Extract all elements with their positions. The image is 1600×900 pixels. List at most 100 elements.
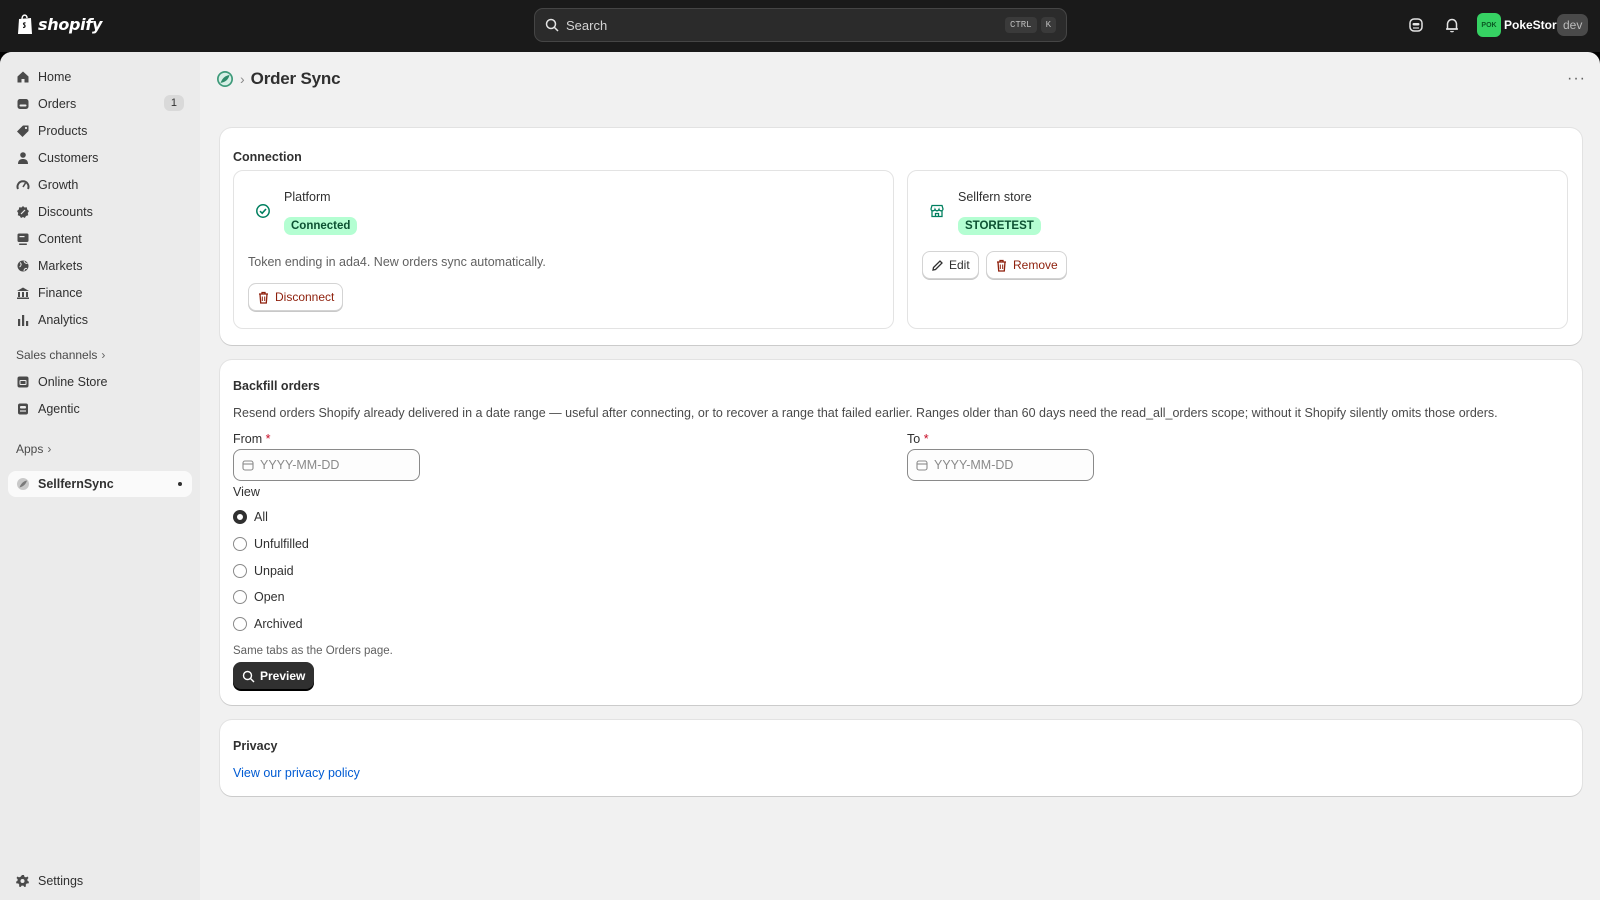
required-mark: *	[923, 432, 929, 446]
sales-channels-header[interactable]: Sales channels ›	[16, 348, 105, 362]
sidebar-item-growth[interactable]: Growth	[8, 172, 192, 198]
edit-button[interactable]: Edit	[922, 251, 979, 279]
shortcut-key-k: K	[1040, 17, 1056, 33]
radio-unpaid[interactable]: Unpaid	[233, 564, 294, 578]
more-actions-button[interactable]: ···	[1567, 70, 1586, 88]
disconnect-label: Disconnect	[275, 290, 335, 304]
sidebar-item-orders[interactable]: Orders 1	[8, 91, 192, 117]
from-date-placeholder: YYYY-MM-DD	[260, 458, 340, 472]
bell-icon[interactable]	[1443, 16, 1461, 34]
connection-title: Connection	[233, 150, 302, 164]
sidebar-item-products[interactable]: Products	[8, 118, 192, 144]
chevron-right-icon: ›	[47, 442, 52, 456]
radio-button[interactable]	[233, 564, 247, 578]
search-bar[interactable]: Search CTRL K	[534, 8, 1067, 42]
radio-archived[interactable]: Archived	[233, 617, 303, 631]
bank-icon	[17, 287, 29, 299]
edit-label: Edit	[949, 258, 970, 272]
orders-count-badge: 1	[163, 95, 184, 111]
sidebar: Home Orders 1 Products Customers Growth …	[0, 52, 200, 900]
tag-icon	[17, 125, 29, 137]
apps-header[interactable]: Apps ›	[16, 442, 51, 456]
sidebar-item-label: Agentic	[38, 402, 80, 416]
trash-icon	[259, 291, 268, 304]
sidebar-item-agentic[interactable]: Agentic	[8, 396, 192, 422]
sidebar-item-analytics[interactable]: Analytics	[8, 307, 192, 333]
shopify-bag-icon	[18, 14, 32, 34]
sidebar-item-label: Growth	[38, 178, 79, 192]
sidebar-item-sellfernsync[interactable]: SellfernSync	[8, 471, 192, 497]
chevron-right-icon: ›	[101, 348, 106, 362]
from-date-input[interactable]: YYYY-MM-DD	[233, 449, 420, 481]
search-placeholder: Search	[566, 17, 608, 33]
radio-button[interactable]	[233, 510, 247, 524]
remove-button[interactable]: Remove	[986, 251, 1067, 279]
sidebar-item-content[interactable]: Content	[8, 226, 192, 252]
from-label: From *	[233, 432, 271, 446]
sidebar-item-label: Home	[38, 70, 72, 84]
preview-button[interactable]: Preview	[233, 662, 315, 690]
preview-label: Preview	[260, 669, 306, 683]
calendar-icon	[242, 460, 254, 471]
privacy-title: Privacy	[233, 739, 278, 753]
trash-icon	[997, 259, 1006, 272]
radio-button[interactable]	[233, 537, 247, 551]
content-icon	[17, 233, 29, 245]
store-icon	[17, 376, 29, 388]
bar-chart-icon	[18, 315, 29, 326]
agentic-icon	[18, 403, 28, 415]
remove-label: Remove	[1013, 258, 1058, 272]
admin-frame: Home Orders 1 Products Customers Growth …	[0, 52, 1600, 900]
sidebar-item-label: Finance	[38, 286, 83, 300]
sidekick-icon[interactable]	[1407, 16, 1425, 34]
sidebar-item-customers[interactable]: Customers	[8, 145, 192, 171]
shopify-logo[interactable]: shopify	[16, 13, 102, 35]
to-date-placeholder: YYYY-MM-DD	[934, 458, 1014, 472]
radio-open[interactable]: Open	[233, 590, 285, 604]
sidebar-item-online-store[interactable]: Online Store	[8, 369, 192, 395]
sidebar-item-label: SellfernSync	[38, 477, 114, 491]
radio-button[interactable]	[233, 617, 247, 631]
sidebar-item-home[interactable]: Home	[8, 64, 192, 90]
store-avatar[interactable]: POK	[1477, 13, 1501, 37]
view-label: View	[233, 485, 260, 499]
sellfern-store-title: Sellfern store	[958, 190, 1032, 204]
sidebar-item-label: Customers	[38, 151, 99, 165]
radio-label: Unpaid	[254, 564, 294, 578]
radio-label: All	[254, 510, 268, 524]
page-title: Order Sync	[250, 69, 341, 88]
sidebar-item-discounts[interactable]: Discounts	[8, 199, 192, 225]
to-date-input[interactable]: YYYY-MM-DD	[907, 449, 1094, 481]
store-code-badge: STORETEST	[958, 217, 1041, 235]
backfill-title: Backfill orders	[233, 379, 320, 393]
home-icon	[17, 71, 29, 83]
sidebar-item-finance[interactable]: Finance	[8, 280, 192, 306]
sidebar-item-markets[interactable]: Markets	[8, 253, 192, 279]
main-content: › Order Sync ··· Connection Platform Con…	[200, 52, 1600, 900]
radio-label: Archived	[254, 617, 303, 631]
sidebar-item-label: Markets	[38, 259, 83, 273]
store-env-badge: dev	[1557, 14, 1589, 36]
top-bar: shopify Search CTRL K POK PokeStore dev	[0, 0, 1600, 52]
disconnect-button[interactable]: Disconnect	[248, 283, 344, 311]
sidebar-item-settings[interactable]: Settings	[8, 868, 192, 894]
radio-unfulfilled[interactable]: Unfulfilled	[233, 537, 309, 551]
radio-button[interactable]	[233, 590, 247, 604]
sidebar-item-label: Analytics	[38, 313, 89, 327]
backfill-card: Backfill orders Resend orders Shopify al…	[220, 360, 1582, 705]
required-mark: *	[265, 432, 271, 446]
sidebar-item-label: Content	[38, 232, 82, 246]
sales-channels-label: Sales channels	[16, 348, 98, 362]
sidebar-item-label: Online Store	[38, 375, 108, 389]
privacy-policy-link[interactable]: View our privacy policy	[233, 766, 360, 780]
radio-label: Open	[254, 590, 285, 604]
store-name[interactable]: PokeStore	[1504, 18, 1563, 32]
view-help-text: Same tabs as the Orders page.	[233, 645, 393, 657]
platform-title: Platform	[284, 190, 331, 204]
connected-badge: Connected	[284, 217, 358, 235]
sidebar-item-label: Discounts	[38, 205, 93, 219]
sidebar-item-label: Orders	[38, 97, 77, 111]
page-header: › Order Sync	[216, 69, 341, 89]
app-logo-icon[interactable]	[216, 70, 234, 88]
radio-all[interactable]: All	[233, 510, 268, 524]
